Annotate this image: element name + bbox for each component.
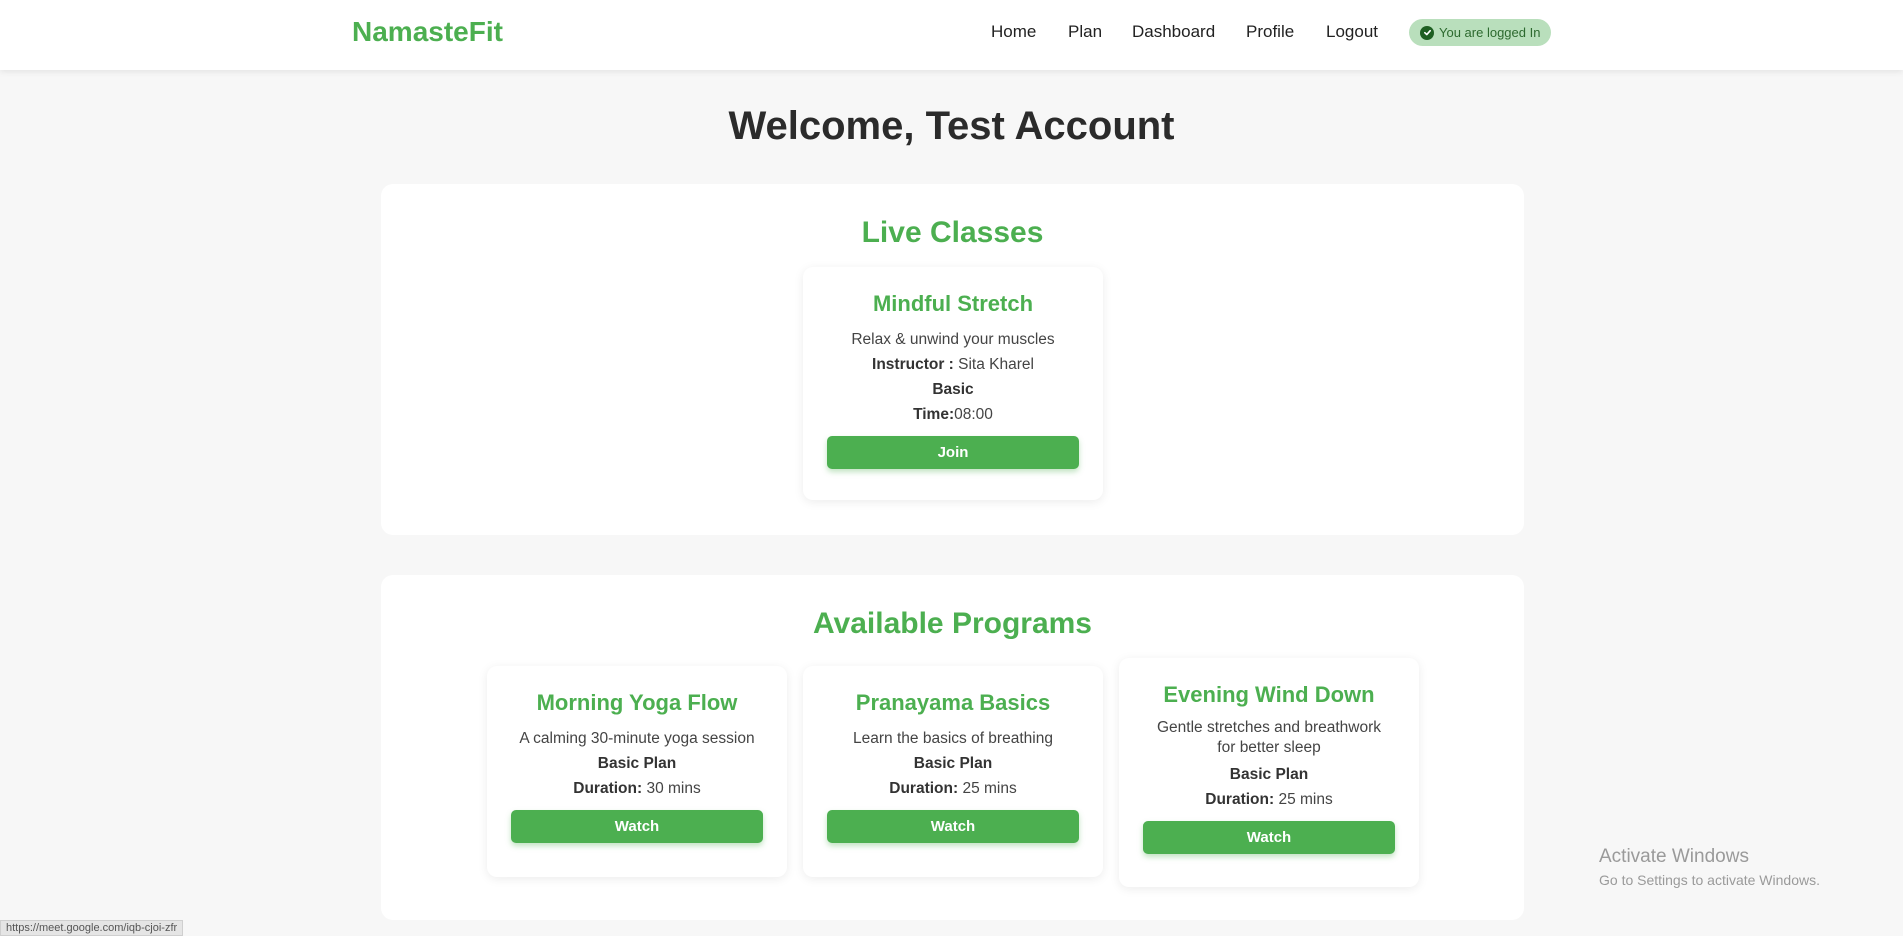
login-status-badge: You are logged In xyxy=(1409,19,1552,46)
live-class-card: Mindful Stretch Relax & unwind your musc… xyxy=(803,267,1103,500)
program-description: Learn the basics of breathing xyxy=(853,730,1053,747)
program-plan-text: Basic Plan xyxy=(1229,766,1309,783)
login-status-text: You are logged In xyxy=(1439,25,1541,40)
program-plan-text: Basic Plan xyxy=(913,755,993,772)
watch-button[interactable]: Watch xyxy=(827,810,1079,843)
class-instructor: Instructor : Sita Kharel xyxy=(803,352,1103,377)
watch-button[interactable]: Watch xyxy=(511,810,763,843)
program-duration: Duration: 25 mins xyxy=(803,776,1103,801)
program-plan: Basic Plan xyxy=(487,751,787,776)
instructor-label: Instructor : xyxy=(872,356,954,373)
nav-link-logout[interactable]: Logout xyxy=(1326,22,1378,42)
program-plan: Basic Plan xyxy=(1119,762,1419,787)
windows-activation-watermark: Activate Windows Go to Settings to activ… xyxy=(1599,846,1820,888)
program-plan-text: Basic Plan xyxy=(597,755,677,772)
program-card: Pranayama Basics Learn the basics of bre… xyxy=(803,666,1103,877)
brand-logo[interactable]: NamasteFit xyxy=(352,16,503,48)
time-label: Time: xyxy=(913,406,955,423)
nav-link-dashboard[interactable]: Dashboard xyxy=(1132,22,1215,42)
program-card: Evening Wind Down Gentle stretches and b… xyxy=(1119,658,1419,887)
time-value: 08:00 xyxy=(954,406,993,423)
check-circle-icon xyxy=(1420,25,1434,40)
duration-label: Duration: xyxy=(573,780,643,797)
class-level-text: Basic xyxy=(932,381,974,398)
watermark-subtitle: Go to Settings to activate Windows. xyxy=(1599,872,1820,888)
class-level: Basic xyxy=(803,377,1103,402)
nav-link-home[interactable]: Home xyxy=(991,22,1036,42)
duration-value: 30 mins xyxy=(646,780,701,797)
live-classes-heading: Live Classes xyxy=(861,216,1044,249)
program-title: Evening Wind Down xyxy=(1163,682,1375,707)
program-duration: Duration: 30 mins xyxy=(487,776,787,801)
program-plan: Basic Plan xyxy=(803,751,1103,776)
nav-link-profile[interactable]: Profile xyxy=(1246,22,1294,42)
duration-label: Duration: xyxy=(1205,791,1275,808)
class-description: Relax & unwind your muscles xyxy=(851,331,1055,348)
nav-link-plan[interactable]: Plan xyxy=(1068,22,1102,42)
available-programs-section: Available Programs Morning Yoga Flow A c… xyxy=(381,575,1524,920)
class-title: Mindful Stretch xyxy=(872,291,1034,316)
watch-button[interactable]: Watch xyxy=(1143,821,1395,854)
top-navbar: NamasteFit Home Plan Dashboard Profile L… xyxy=(0,0,1903,70)
program-description: A calming 30-minute yoga session xyxy=(519,730,755,747)
program-duration: Duration: 25 mins xyxy=(1119,787,1419,812)
duration-label: Duration: xyxy=(889,780,959,797)
programs-heading: Available Programs xyxy=(812,607,1092,640)
duration-value: 25 mins xyxy=(962,780,1017,797)
program-description: Gentle stretches and breathwork for bett… xyxy=(1156,719,1381,756)
program-title: Morning Yoga Flow xyxy=(536,690,738,715)
link-preview-url: https://meet.google.com/iqb-cjoi-zfr xyxy=(0,920,184,936)
program-title: Pranayama Basics xyxy=(855,690,1051,715)
instructor-name: Sita Kharel xyxy=(958,356,1034,373)
class-time: Time:08:00 xyxy=(803,402,1103,427)
live-classes-section: Live Classes Mindful Stretch Relax & unw… xyxy=(381,184,1524,535)
watermark-title: Activate Windows xyxy=(1599,846,1749,867)
join-button[interactable]: Join xyxy=(827,436,1079,469)
page-title: Welcome, Test Account xyxy=(728,104,1175,148)
program-card: Morning Yoga Flow A calming 30-minute yo… xyxy=(487,666,787,877)
duration-value: 25 mins xyxy=(1278,791,1333,808)
